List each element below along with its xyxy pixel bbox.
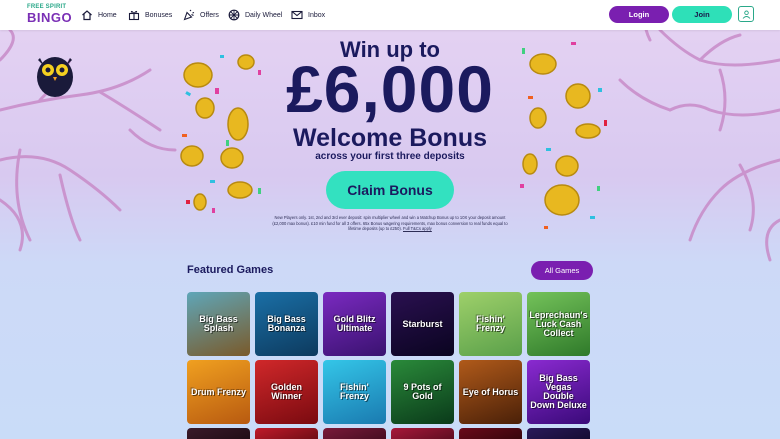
game-title: Leprechaun's Luck Cash Collect [529,309,588,338]
top-navigation: FREE SPIRIT BINGO Home Bonuses Offers Da… [0,0,780,30]
game-title: Drum Frenzy [190,386,246,397]
game-title: Eye of Horus [462,386,519,397]
game-title: Starburst [402,318,443,329]
nav-item-bonuses[interactable]: Bonuses [128,7,172,23]
featured-games-grid: Big Bass Splash Big Bass Bonanza Gold Blit… [187,292,590,439]
game-tile[interactable] [255,428,318,439]
mail-icon [291,10,303,20]
game-tile[interactable] [187,428,250,439]
game-title: Big Bass Splash [199,314,238,333]
user-icon [742,10,750,19]
game-tile[interactable] [527,428,590,439]
featured-games-title: Featured Games [187,264,274,276]
hero-subheadline: Welcome Bonus [292,124,488,152]
party-popper-icon [183,9,195,21]
game-tile[interactable]: Leprechaun's Luck Cash Collect [527,292,590,356]
game-tile[interactable] [459,428,522,439]
game-tile[interactable]: Fishin' Frenzy [323,360,386,424]
nav-item-offers[interactable]: Offers [183,7,219,23]
game-tile[interactable]: Big Bass Vegas Double Down Deluxe [527,360,590,424]
nav-item-label: Home [98,11,117,19]
game-tile[interactable]: Fishin' Frenzy [459,292,522,356]
hero-description: across your first three deposits [315,151,465,162]
terms-body: New Players only. 1st, 2nd and 3rd ever … [272,215,508,232]
nav-item-label: Offers [200,11,219,19]
game-tile[interactable]: 9 Pots of Gold [391,360,454,424]
game-title: Golden Winner [271,382,302,401]
all-games-button[interactable]: All Games [531,261,593,280]
game-tile[interactable]: Gold Blitz Ultimate [323,292,386,356]
join-button[interactable]: Join [672,6,732,23]
game-tile[interactable]: Big Bass Splash [187,292,250,356]
game-title: Big Bass Vegas Double Down Deluxe [530,373,587,410]
logo-bottom-text: BINGO [27,10,73,25]
game-tile[interactable]: Drum Frenzy [187,360,250,424]
gift-icon [128,10,140,21]
wheel-icon [228,9,240,21]
home-icon [82,10,92,21]
nav-item-inbox[interactable]: Inbox [291,7,325,23]
claim-bonus-button[interactable]: Claim Bonus [326,171,454,209]
game-title: Fishin' Frenzy [475,314,505,333]
terms-text: New Players only. 1st, 2nd and 3rd ever … [268,215,512,232]
nav-item-label: Bonuses [145,11,173,19]
game-tile[interactable]: Big Bass Bonanza [255,292,318,356]
game-title: 9 Pots of Gold [403,382,442,401]
game-title: Fishin' Frenzy [339,382,369,401]
hero-amount: £6,000 [286,52,494,126]
game-title: Gold Blitz Ultimate [333,314,376,333]
login-button[interactable]: Login [609,6,669,23]
game-tile[interactable]: Starburst [391,292,454,356]
game-tile[interactable]: Eye of Horus [459,360,522,424]
nav-item-label: Inbox [308,11,326,19]
game-tile[interactable] [323,428,386,439]
game-tile[interactable] [391,428,454,439]
nav-item-home[interactable]: Home [81,7,117,23]
game-tile[interactable]: Golden Winner [255,360,318,424]
site-logo[interactable]: FREE SPIRIT BINGO [27,4,73,26]
nav-item-label: Daily Wheel [245,11,283,19]
nav-item-daily-wheel[interactable]: Daily Wheel [228,7,282,23]
account-button[interactable] [738,6,754,22]
terms-link[interactable]: Full T&Cs apply [403,226,432,231]
game-title: Big Bass Bonanza [267,314,306,333]
